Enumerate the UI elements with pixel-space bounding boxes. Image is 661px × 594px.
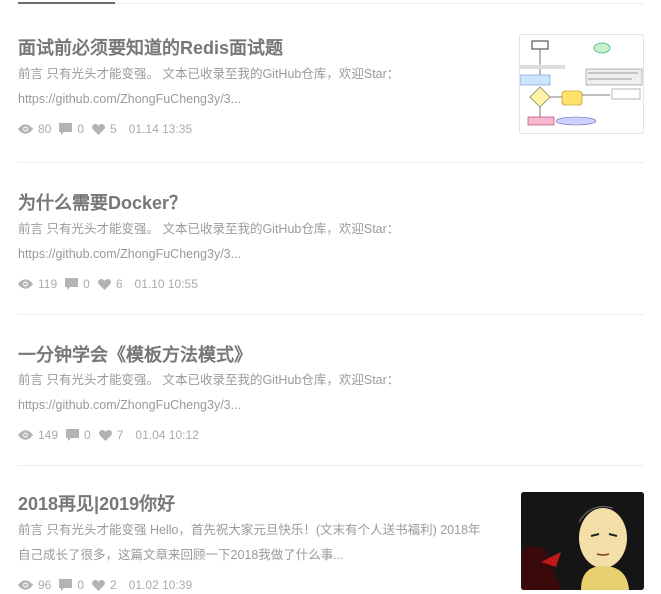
tab-active-indicator bbox=[18, 2, 115, 4]
likes-stat[interactable]: 2 bbox=[92, 578, 117, 592]
likes-stat[interactable]: 7 bbox=[98, 428, 124, 442]
article-summary: 前言 只有光头才能变强。 文本已收录至我的GitHub仓库，欢迎Star： ht… bbox=[18, 62, 488, 112]
article-title[interactable]: 为什么需要Docker？ bbox=[18, 189, 187, 215]
eye-icon bbox=[18, 124, 33, 134]
article-item[interactable]: 2018再见|2019你好 前言 只有光头才能变强 Hello，首先祝大家元旦快… bbox=[18, 490, 644, 594]
likes-stat[interactable]: 6 bbox=[97, 277, 123, 291]
comments-count: 0 bbox=[83, 277, 90, 291]
article-summary: 前言 只有光头才能变强。 文本已收录至我的GitHub仓库，欢迎Star： ht… bbox=[18, 368, 618, 418]
summary-line: 前言 只有光头才能变强。 文本已收录至我的GitHub仓库，欢迎Star： bbox=[18, 373, 400, 387]
views-stat: 119 bbox=[18, 277, 57, 291]
article-title[interactable]: 面试前必须要知道的Redis面试题 bbox=[18, 34, 283, 60]
comments-stat[interactable]: 0 bbox=[65, 277, 90, 291]
article-meta: 80 0 5 01.14 13:35 bbox=[18, 122, 200, 136]
summary-line: https://github.com/ZhongFuCheng3y/3... bbox=[18, 247, 242, 261]
comments-stat[interactable]: 0 bbox=[66, 428, 91, 442]
article-meta: 96 0 2 01.02 10:39 bbox=[18, 578, 200, 592]
eye-icon bbox=[18, 430, 33, 440]
article-item[interactable]: 面试前必须要知道的Redis面试题 前言 只有光头才能变强。 文本已收录至我的G… bbox=[18, 34, 644, 163]
views-stat: 149 bbox=[18, 428, 58, 442]
comments-stat[interactable]: 0 bbox=[59, 122, 84, 136]
article-summary: 前言 只有光头才能变强 Hello，首先祝大家元旦快乐！(文末有个人送书福利) … bbox=[18, 518, 508, 568]
heart-icon bbox=[97, 278, 111, 290]
summary-line: 前言 只有光头才能变强 Hello，首先祝大家元旦快乐！(文末有个人送书福利) … bbox=[18, 523, 481, 537]
heart-icon bbox=[92, 579, 105, 591]
likes-count: 5 bbox=[110, 122, 117, 136]
summary-line: https://github.com/ZhongFuCheng3y/3... bbox=[18, 92, 242, 106]
tab-bar bbox=[0, 0, 644, 4]
eye-icon bbox=[18, 580, 33, 590]
views-stat: 80 bbox=[18, 122, 51, 136]
publish-date: 01.10 10:55 bbox=[134, 277, 198, 291]
article-thumbnail[interactable] bbox=[519, 34, 644, 134]
comment-icon bbox=[59, 123, 73, 135]
publish-date: 01.14 13:35 bbox=[128, 122, 193, 136]
views-count: 149 bbox=[38, 428, 59, 442]
summary-line: https://github.com/ZhongFuCheng3y/3... bbox=[18, 398, 242, 412]
comment-icon bbox=[66, 429, 80, 441]
comment-icon bbox=[65, 278, 79, 290]
likes-count: 2 bbox=[110, 578, 117, 592]
article-summary: 前言 只有光头才能变强。 文本已收录至我的GitHub仓库，欢迎Star： ht… bbox=[18, 217, 618, 267]
summary-line: 自己成长了很多，这篇文章来回顾一下2018我做了什么事... bbox=[18, 548, 344, 562]
summary-line: 前言 只有光头才能变强。 文本已收录至我的GitHub仓库，欢迎Star： bbox=[18, 67, 400, 81]
comments-stat[interactable]: 0 bbox=[59, 578, 84, 592]
comments-count: 0 bbox=[77, 122, 85, 136]
summary-line: 前言 只有光头才能变强。 文本已收录至我的GitHub仓库，欢迎Star： bbox=[18, 222, 400, 236]
flowchart-diagram-image bbox=[520, 40, 643, 126]
article-item[interactable]: 为什么需要Docker？ 前言 只有光头才能变强。 文本已收录至我的GitHub… bbox=[18, 189, 644, 315]
comments-count: 0 bbox=[84, 428, 91, 442]
views-count: 80 bbox=[38, 122, 52, 136]
article-title[interactable]: 一分钟学会《模板方法模式》 bbox=[18, 341, 252, 367]
article-item[interactable]: 一分钟学会《模板方法模式》 前言 只有光头才能变强。 文本已收录至我的GitHu… bbox=[18, 341, 644, 466]
publish-date: 01.04 10:12 bbox=[135, 428, 199, 442]
views-stat: 96 bbox=[18, 578, 51, 592]
likes-count: 7 bbox=[116, 428, 124, 442]
anime-hero-image bbox=[521, 492, 644, 590]
views-count: 119 bbox=[38, 277, 58, 291]
comments-count: 0 bbox=[77, 578, 85, 592]
heart-icon bbox=[92, 123, 105, 135]
article-thumbnail[interactable] bbox=[521, 492, 644, 590]
article-meta: 149 0 7 01.04 10:12 bbox=[18, 428, 207, 442]
heart-icon bbox=[98, 429, 112, 441]
article-meta: 119 0 6 01.10 10:55 bbox=[18, 277, 206, 291]
likes-stat[interactable]: 5 bbox=[92, 122, 117, 136]
likes-count: 6 bbox=[115, 277, 123, 291]
views-count: 96 bbox=[38, 578, 52, 592]
article-title[interactable]: 2018再见|2019你好 bbox=[18, 490, 175, 516]
publish-date: 01.02 10:39 bbox=[128, 578, 193, 592]
comment-icon bbox=[59, 579, 73, 591]
eye-icon bbox=[18, 279, 33, 289]
